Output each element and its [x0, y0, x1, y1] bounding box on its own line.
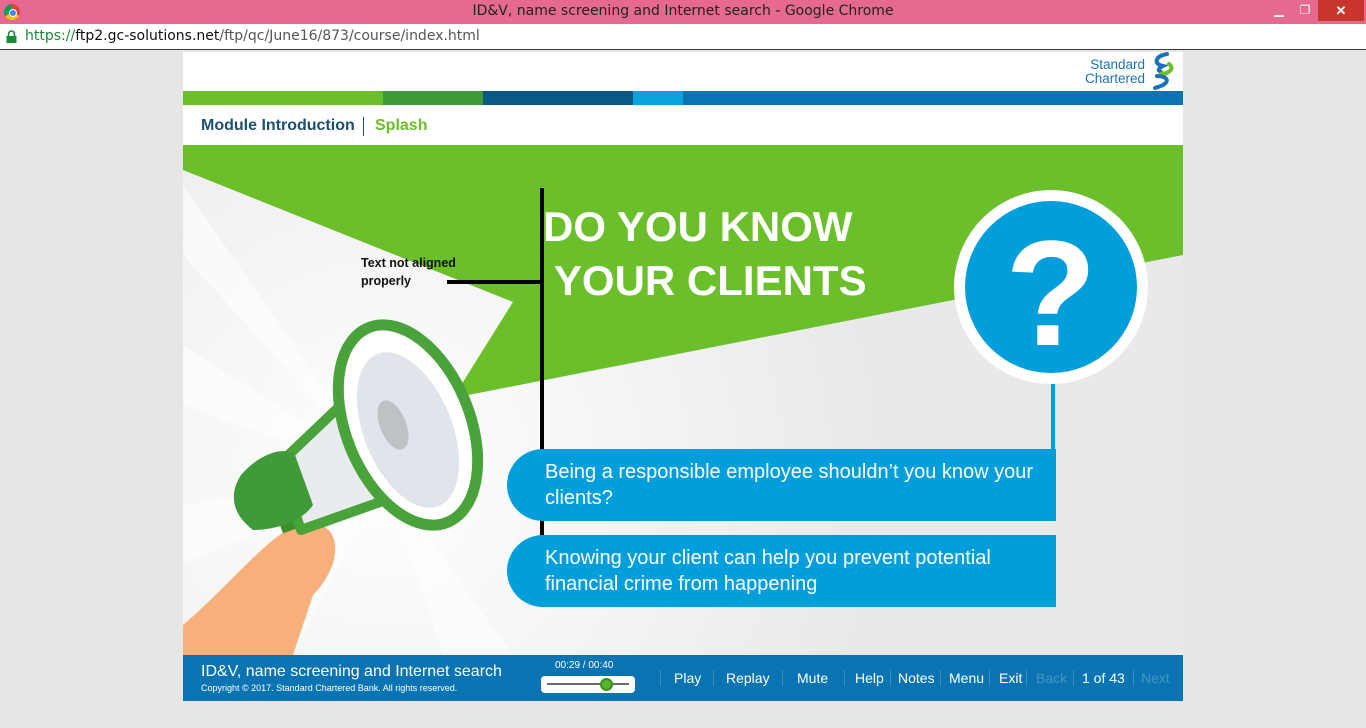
footer-divider — [713, 670, 714, 686]
footer-divider — [1133, 670, 1134, 686]
breadcrumb-page: Splash — [375, 117, 428, 134]
progress-scrubber[interactable] — [541, 676, 635, 693]
url-path: /ftp/qc/June16/873/course/index.html — [219, 28, 480, 44]
lock-icon — [6, 30, 17, 43]
minimize-button[interactable]: ▁ — [1268, 0, 1290, 21]
mute-button[interactable]: Mute — [797, 670, 828, 686]
address-bar[interactable]: https://ftp2.gc-solutions.net/ftp/qc/Jun… — [0, 24, 1366, 50]
callout-text-2: Knowing your client can help you prevent… — [545, 547, 991, 595]
play-button[interactable]: Play — [674, 670, 701, 686]
exit-button[interactable]: Exit — [999, 670, 1022, 686]
question-mark-icon: ? — [1005, 209, 1097, 377]
slide-headline: DO YOU KNOW YOUR CLIENTS — [543, 203, 867, 304]
player-footer: ID&V, name screening and Internet search… — [183, 655, 1183, 701]
breadcrumb-module: Module Introduction — [201, 117, 355, 134]
standard-chartered-logo-icon — [1153, 52, 1174, 90]
progress-track[interactable] — [547, 683, 629, 685]
browser-title-bar: ID&V, name screening and Internet search… — [0, 0, 1366, 24]
notes-button[interactable]: Notes — [898, 670, 935, 686]
close-button[interactable]: ✕ — [1318, 0, 1364, 21]
copyright-text: Copyright © 2017. Standard Chartered Ban… — [201, 683, 458, 693]
footer-divider — [782, 670, 783, 686]
restore-button[interactable]: ❐ — [1294, 0, 1316, 21]
window-title: ID&V, name screening and Internet search… — [472, 3, 894, 19]
footer-divider — [1026, 670, 1027, 686]
footer-divider — [1073, 670, 1074, 686]
footer-divider — [844, 670, 845, 686]
url-text[interactable]: https://ftp2.gc-solutions.net/ftp/qc/Jun… — [25, 28, 480, 44]
annotation-note: Text not aligned properly — [361, 256, 456, 288]
replay-button[interactable]: Replay — [726, 670, 770, 686]
brand-color-stripes — [183, 91, 1183, 105]
breadcrumb-divider — [363, 117, 364, 136]
footer-divider — [940, 670, 941, 686]
brand-line-2: Chartered — [1084, 71, 1145, 86]
help-button[interactable]: Help — [855, 670, 884, 686]
progress-handle[interactable] — [599, 678, 613, 691]
menu-button[interactable]: Menu — [949, 670, 984, 686]
breadcrumb: Module Introduction Splash — [183, 105, 1183, 145]
slide-stage: ? DO YOU KNOW YOUR CLIENTS Text not alig… — [183, 145, 1183, 655]
page-indicator: 1 of 43 — [1082, 670, 1125, 686]
callout-box-2: Knowing your client can help you prevent… — [507, 535, 1056, 607]
url-host: ftp2.gc-solutions.net — [75, 28, 220, 44]
brand-logo-text: Standard Chartered — [1085, 58, 1145, 86]
brand-line-1: Standard — [1090, 57, 1145, 72]
back-button[interactable]: Back — [1036, 670, 1067, 686]
playback-time: 00:29 / 00:40 — [555, 660, 614, 671]
footer-divider — [890, 670, 891, 686]
callout-text-1: Being a responsible employee shouldn’t y… — [545, 461, 1034, 509]
course-player: Standard Chartered Module Introduction S… — [183, 52, 1183, 701]
callout-box-1: Being a responsible employee shouldn’t y… — [507, 449, 1056, 521]
next-button[interactable]: Next — [1141, 670, 1170, 686]
footer-divider — [989, 670, 990, 686]
footer-divider — [660, 670, 661, 686]
course-title: ID&V, name screening and Internet search — [201, 663, 502, 680]
url-scheme: https:// — [25, 28, 76, 44]
